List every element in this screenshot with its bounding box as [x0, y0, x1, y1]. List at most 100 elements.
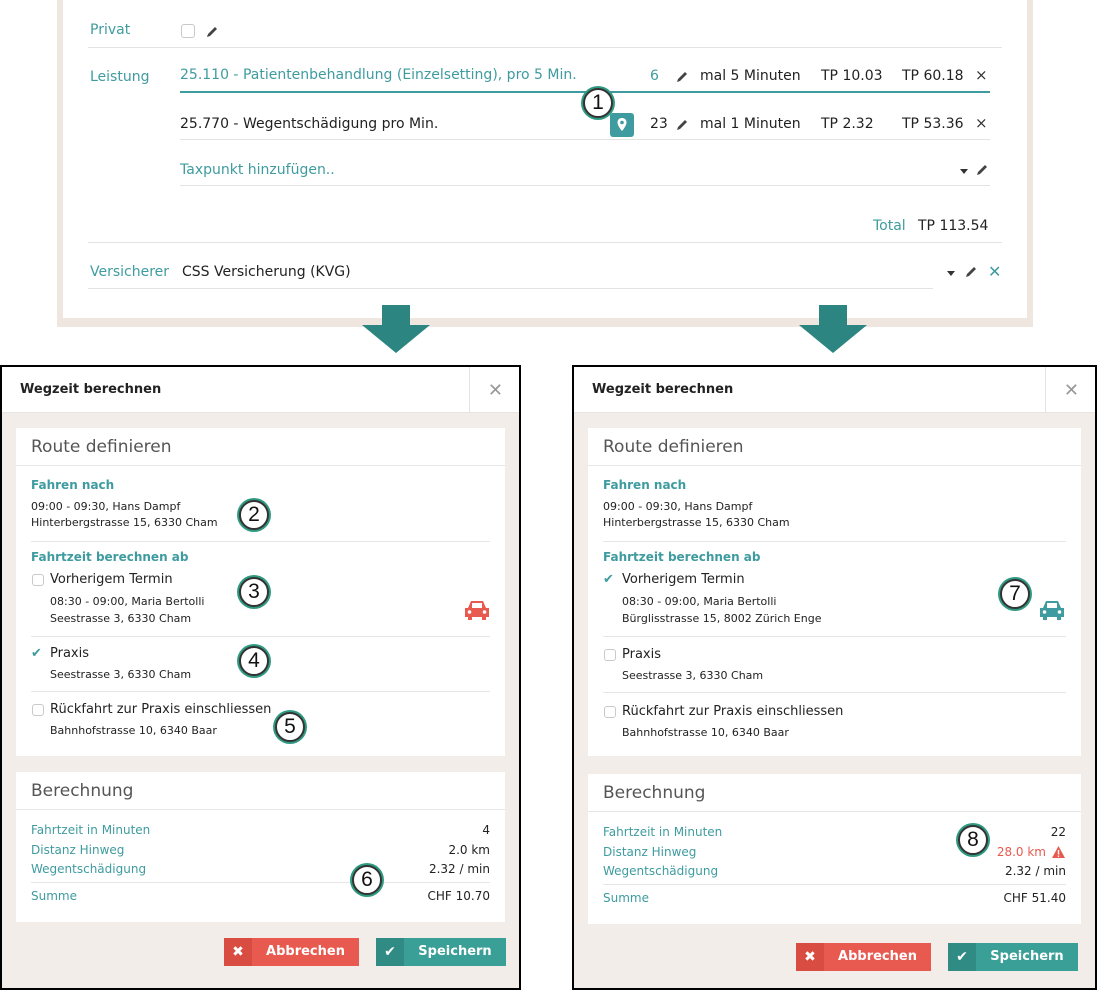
- divider: [31, 636, 490, 637]
- wegentschaedigung-label: Wegentschädigung: [603, 864, 719, 878]
- warning-icon: [1052, 846, 1065, 858]
- divider: [88, 288, 933, 289]
- divider: [588, 465, 1081, 466]
- fahrtzeit-value: 22: [1050, 825, 1066, 839]
- step-badge-2: 2: [239, 500, 269, 530]
- berechnung-title: Berechnung: [31, 781, 134, 801]
- fahren-nach-time: 09:00 - 09:30, Hans Dampf: [603, 500, 753, 513]
- divider: [603, 541, 1066, 542]
- pencil-icon[interactable]: [205, 25, 219, 39]
- route-title: Route definieren: [603, 437, 744, 457]
- leistung-row-1-total: TP 60.18: [902, 68, 964, 84]
- vorheriger-termin-time: 08:30 - 09:00, Maria Bertolli: [50, 595, 205, 608]
- pencil-icon[interactable]: [975, 163, 989, 177]
- summe-value: CHF 10.70: [427, 889, 490, 903]
- checkmark-icon[interactable]: ✔: [31, 646, 42, 661]
- leistung-row-2-qty[interactable]: 23: [650, 116, 668, 132]
- divider: [88, 242, 1002, 243]
- privat-checkbox[interactable]: [181, 24, 195, 38]
- privat-label: Privat: [90, 22, 131, 38]
- wegentschaedigung-value: 2.32 / min: [1004, 864, 1066, 878]
- arrow-down-icon: [799, 305, 867, 353]
- dialog-close-area: ✕: [469, 367, 519, 413]
- vorheriger-termin-time: 08:30 - 09:00, Maria Bertolli: [622, 595, 777, 608]
- divider: [31, 541, 490, 542]
- distanz-label: Distanz Hinweg: [603, 845, 697, 859]
- divider: [31, 882, 490, 883]
- fahrtzeit-ab-label: Fahrtzeit berechnen ab: [31, 550, 189, 564]
- vorheriger-termin-address: Bürglisstrasse 15, 8002 Zürich Enge: [622, 612, 822, 625]
- active-row-underline: [180, 91, 990, 93]
- cancel-button[interactable]: ✖ Abbrechen: [796, 943, 931, 971]
- fahren-nach-address: Hinterbergstrasse 15, 6330 Cham: [603, 516, 790, 529]
- divider: [180, 139, 990, 140]
- fahrtzeit-label: Fahrtzeit in Minuten: [603, 825, 723, 839]
- divider: [88, 47, 1002, 48]
- chevron-down-icon[interactable]: [947, 271, 955, 276]
- vorheriger-termin-address: Seestrasse 3, 6330 Cham: [50, 612, 192, 625]
- wegzeit-dialog-left: Wegzeit berechnen ✕ Route definieren Fah…: [0, 365, 521, 990]
- step-badge-3: 3: [239, 577, 269, 607]
- distanz-value: 28.0 km: [996, 845, 1046, 859]
- leistung-row-2-description[interactable]: 25.770 - Wegentschädigung pro Min.: [180, 116, 438, 132]
- versicherer-select[interactable]: CSS Versicherung (KVG): [182, 264, 351, 280]
- summe-label: Summe: [31, 889, 77, 903]
- berechnung-card: Berechnung Fahrtzeit in Minuten 4 Distan…: [16, 772, 505, 922]
- total-label: Total: [873, 218, 906, 234]
- car-icon: [465, 601, 489, 620]
- rueckfahrt-address: Bahnhofstrasse 10, 6340 Baar: [622, 726, 789, 739]
- leistung-row-1-description[interactable]: 25.110 - Patientenbehandlung (Einzelsett…: [180, 67, 577, 83]
- map-pin-button[interactable]: [610, 113, 634, 137]
- remove-row-1-button[interactable]: ×: [975, 66, 988, 84]
- vorheriger-termin-label[interactable]: Vorherigem Termin: [622, 572, 745, 587]
- rueckfahrt-checkbox[interactable]: [604, 706, 616, 718]
- step-badge-6: 6: [352, 865, 382, 895]
- rueckfahrt-checkbox[interactable]: [32, 704, 44, 716]
- rueckfahrt-label[interactable]: Rückfahrt zur Praxis einschliessen: [50, 702, 271, 717]
- total-value: TP 113.54: [918, 218, 989, 234]
- leistung-row-1-tp: TP 10.03: [821, 68, 883, 84]
- close-icon[interactable]: ✕: [1064, 380, 1079, 401]
- praxis-label[interactable]: Praxis: [622, 647, 661, 662]
- step-badge-4: 4: [239, 646, 269, 676]
- remove-row-2-button[interactable]: ×: [975, 114, 988, 132]
- invoice-form: Privat Leistung 25.110 - Patientenbehand…: [63, 0, 1027, 318]
- save-button[interactable]: ✔ Speichern: [948, 943, 1078, 971]
- add-taxpunkt-select[interactable]: Taxpunkt hinzufügen..: [180, 162, 335, 178]
- fahren-nach-address: Hinterbergstrasse 15, 6330 Cham: [31, 516, 218, 529]
- leistung-row-1-qty[interactable]: 6: [650, 68, 659, 84]
- close-icon[interactable]: ✕: [488, 380, 503, 401]
- divider: [180, 185, 990, 186]
- save-button[interactable]: ✔ Speichern: [376, 938, 506, 966]
- leistung-row-2-unit: mal 1 Minuten: [700, 116, 801, 132]
- leistung-label: Leistung: [90, 69, 150, 85]
- praxis-label[interactable]: Praxis: [50, 646, 89, 661]
- pencil-icon[interactable]: [675, 70, 689, 84]
- rueckfahrt-label[interactable]: Rückfahrt zur Praxis einschliessen: [622, 704, 843, 719]
- divider: [16, 465, 505, 466]
- divider: [603, 884, 1066, 885]
- berechnung-title: Berechnung: [603, 783, 706, 803]
- fahren-nach-label: Fahren nach: [603, 478, 687, 492]
- checkmark-icon: ✔: [948, 943, 976, 971]
- pencil-icon[interactable]: [675, 118, 689, 132]
- vorheriger-termin-checkbox[interactable]: [32, 574, 44, 586]
- clear-versicherer-button[interactable]: ✕: [988, 262, 1001, 281]
- praxis-checkbox[interactable]: [604, 649, 616, 661]
- praxis-address: Seestrasse 3, 6330 Cham: [622, 669, 764, 682]
- cancel-button[interactable]: ✖ Abbrechen: [224, 938, 359, 966]
- dialog-header: Wegzeit berechnen ✕: [574, 367, 1095, 413]
- wegzeit-dialog-right: Wegzeit berechnen ✕ Route definieren Fah…: [572, 365, 1097, 990]
- leistung-row-1-unit: mal 5 Minuten: [700, 68, 801, 84]
- checkmark-icon[interactable]: ✔: [603, 572, 614, 587]
- vorheriger-termin-label[interactable]: Vorherigem Termin: [50, 572, 173, 587]
- praxis-address: Seestrasse 3, 6330 Cham: [50, 668, 192, 681]
- chevron-down-icon[interactable]: [960, 169, 968, 174]
- pencil-icon[interactable]: [964, 265, 978, 279]
- car-icon: [1040, 601, 1064, 620]
- summe-label: Summe: [603, 891, 649, 905]
- map-pin-icon: [617, 118, 627, 131]
- step-badge-8: 8: [958, 825, 988, 855]
- dialog-body: Wegzeit berechnen ✕ Route definieren Fah…: [2, 367, 519, 988]
- dialog-close-area: ✕: [1045, 367, 1095, 413]
